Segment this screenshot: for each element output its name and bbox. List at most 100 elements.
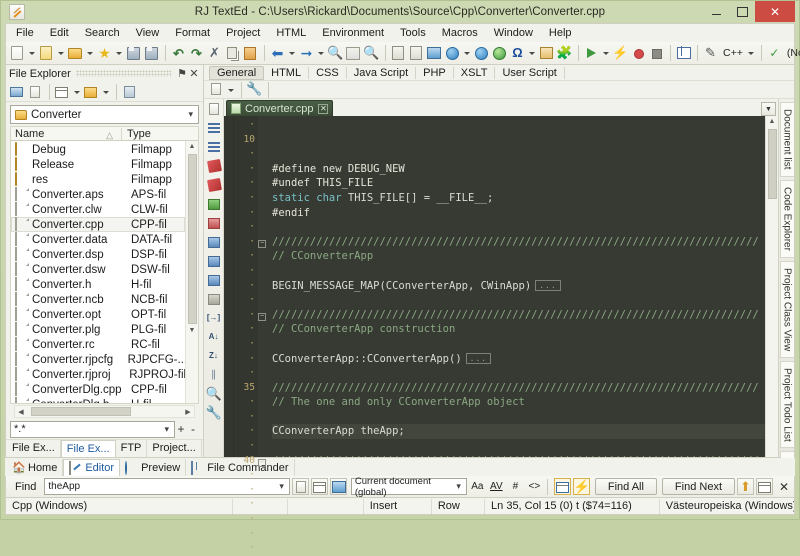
match-case-toggle[interactable]: Aa: [469, 478, 486, 495]
file-list-item[interactable]: ConverterDlg.cpp CPP-fil: [11, 382, 185, 397]
code-line[interactable]: #endif: [272, 206, 765, 221]
code-line[interactable]: CConverterApp::CConverterApp()...: [272, 352, 765, 367]
comment-block-icon[interactable]: [206, 291, 222, 307]
special-character-dropdown-icon[interactable]: [527, 45, 536, 61]
file-list-item[interactable]: Converter.rjpcfg RJPCFG-...: [11, 352, 185, 367]
folder-path-combo[interactable]: Converter ▾: [10, 105, 199, 124]
fold-marker[interactable]: [258, 191, 268, 206]
fold-marker[interactable]: [258, 249, 268, 264]
file-list-item[interactable]: Converter.data DATA-fil: [11, 232, 185, 247]
scroll-thumb[interactable]: [187, 154, 197, 324]
code-line[interactable]: ////////////////////////////////////////…: [272, 308, 765, 323]
syntax-language-dropdown-icon[interactable]: [746, 45, 755, 61]
file-list-item[interactable]: Release Filmapp: [11, 157, 185, 172]
paste-icon[interactable]: [242, 45, 259, 62]
script-filter-tab[interactable]: General: [209, 65, 265, 80]
find-in-document-icon[interactable]: [291, 478, 309, 495]
right-sidebar-tab[interactable]: Code Explorer: [779, 179, 794, 258]
save-all-icon[interactable]: [143, 45, 160, 62]
redo-icon[interactable]: ↷: [188, 45, 205, 62]
print-preview-icon[interactable]: [408, 45, 425, 62]
left-panel-tab[interactable]: Project...: [147, 440, 202, 457]
fold-marker[interactable]: [258, 133, 268, 148]
sort-descending-icon[interactable]: Z↓: [206, 348, 222, 364]
file-list-item[interactable]: ConverterDlg.hH-fil: [11, 397, 185, 403]
print-icon[interactable]: [390, 45, 407, 62]
highlight-results-icon[interactable]: ⚡: [572, 478, 590, 495]
fold-marker[interactable]: [258, 381, 268, 396]
file-list-hscrollbar[interactable]: ◀ ▶: [14, 405, 195, 418]
whole-word-toggle[interactable]: AV: [488, 478, 505, 495]
menu-environment[interactable]: Environment: [314, 25, 392, 42]
panel-drag-grip[interactable]: [75, 70, 171, 77]
open-file-dropdown-icon[interactable]: [85, 45, 94, 61]
bottom-tab[interactable]: Preview: [120, 459, 187, 476]
code-line[interactable]: [272, 264, 765, 279]
file-list[interactable]: Debug Filmapp Release Filmapp res Filmapp Conv…: [10, 141, 199, 404]
fold-marker[interactable]: [258, 322, 268, 337]
new-doc-vicon[interactable]: [206, 101, 222, 117]
cut-icon[interactable]: ✗: [206, 45, 223, 62]
file-list-item[interactable]: Converter.h H-fil: [11, 277, 185, 292]
fold-marker[interactable]: [258, 410, 268, 425]
zoom-icon[interactable]: 🔍: [206, 386, 222, 402]
duplicate-line-icon[interactable]: [206, 272, 222, 288]
menu-edit[interactable]: Edit: [42, 25, 77, 42]
fold-marker[interactable]: −: [258, 235, 268, 250]
find-next-button[interactable]: Find Next: [661, 478, 735, 495]
file-list-item[interactable]: Converter.plg PLG-fil: [11, 322, 185, 337]
menu-help[interactable]: Help: [541, 25, 580, 42]
number-toggle[interactable]: #: [507, 478, 524, 495]
script-filter-tab[interactable]: CSS: [309, 66, 347, 79]
script-filter-tab[interactable]: User Script: [495, 66, 565, 79]
menu-html[interactable]: HTML: [268, 25, 314, 42]
new-project-dropdown-icon[interactable]: [56, 45, 65, 61]
right-sidebar-tab[interactable]: Project Class View: [779, 260, 794, 358]
fold-marker[interactable]: [258, 118, 268, 133]
back-icon[interactable]: ⬅: [269, 45, 286, 62]
run-dropdown-icon[interactable]: [601, 45, 610, 61]
file-filter-combo[interactable]: *.* ▾: [10, 420, 175, 438]
insert-block-icon[interactable]: [206, 196, 222, 212]
spellcheck-language-label[interactable]: (None): [784, 47, 800, 59]
settings-wrench-icon[interactable]: 🔧: [206, 405, 222, 421]
menu-macros[interactable]: Macros: [434, 25, 486, 42]
fold-marker[interactable]: −: [258, 308, 268, 323]
pin-icon[interactable]: ⚑: [176, 67, 188, 80]
fold-marker[interactable]: [258, 176, 268, 191]
menu-file[interactable]: File: [8, 25, 42, 42]
bottom-tab[interactable]: Editor: [63, 459, 121, 476]
new-file-dropdown-icon[interactable]: [27, 45, 36, 61]
bookmark-toggle-icon[interactable]: [206, 158, 222, 174]
close-document-icon[interactable]: ✕: [318, 103, 329, 114]
column-mode-icon[interactable]: ║: [206, 367, 222, 383]
new-project-icon[interactable]: [38, 45, 55, 62]
parent-folder-dropdown-icon[interactable]: [101, 84, 110, 100]
script-filter-tab[interactable]: XSLT: [454, 66, 496, 79]
regex-toggle[interactable]: <>: [526, 478, 543, 495]
fold-marker[interactable]: [258, 220, 268, 235]
fold-marker[interactable]: [258, 424, 268, 439]
fold-marker[interactable]: [258, 483, 268, 498]
menu-tools[interactable]: Tools: [392, 25, 434, 42]
new-document-dropdown-icon[interactable]: [226, 82, 235, 98]
syntax-language-label[interactable]: C++: [720, 47, 746, 59]
chevron-down-icon[interactable]: ▾: [456, 481, 463, 492]
favorites-icon[interactable]: ★: [96, 45, 113, 62]
scroll-left-icon[interactable]: ◀: [15, 408, 27, 416]
move-line-down-icon[interactable]: [206, 253, 222, 269]
file-list-item[interactable]: res Filmapp: [11, 172, 185, 187]
scroll-up-icon[interactable]: ▲: [766, 116, 779, 128]
chevron-down-icon[interactable]: ▾: [279, 481, 286, 492]
file-list-item[interactable]: Debug Filmapp: [11, 142, 185, 157]
menu-format[interactable]: Format: [167, 25, 218, 42]
bookmark-clear-icon[interactable]: [206, 177, 222, 193]
chevron-down-icon[interactable]: ▾: [164, 424, 171, 435]
code-folding-gutter[interactable]: − − −: [258, 116, 268, 467]
fold-marker[interactable]: [258, 541, 268, 556]
tools-wrench-icon[interactable]: 🔧: [246, 81, 263, 98]
forward-icon[interactable]: ➞: [298, 45, 315, 62]
code-line[interactable]: BEGIN_MESSAGE_MAP(CConverterApp, CWinApp…: [272, 279, 765, 294]
add-filter-button[interactable]: +: [175, 422, 187, 436]
spellcheck-icon[interactable]: ✓: [766, 45, 783, 62]
